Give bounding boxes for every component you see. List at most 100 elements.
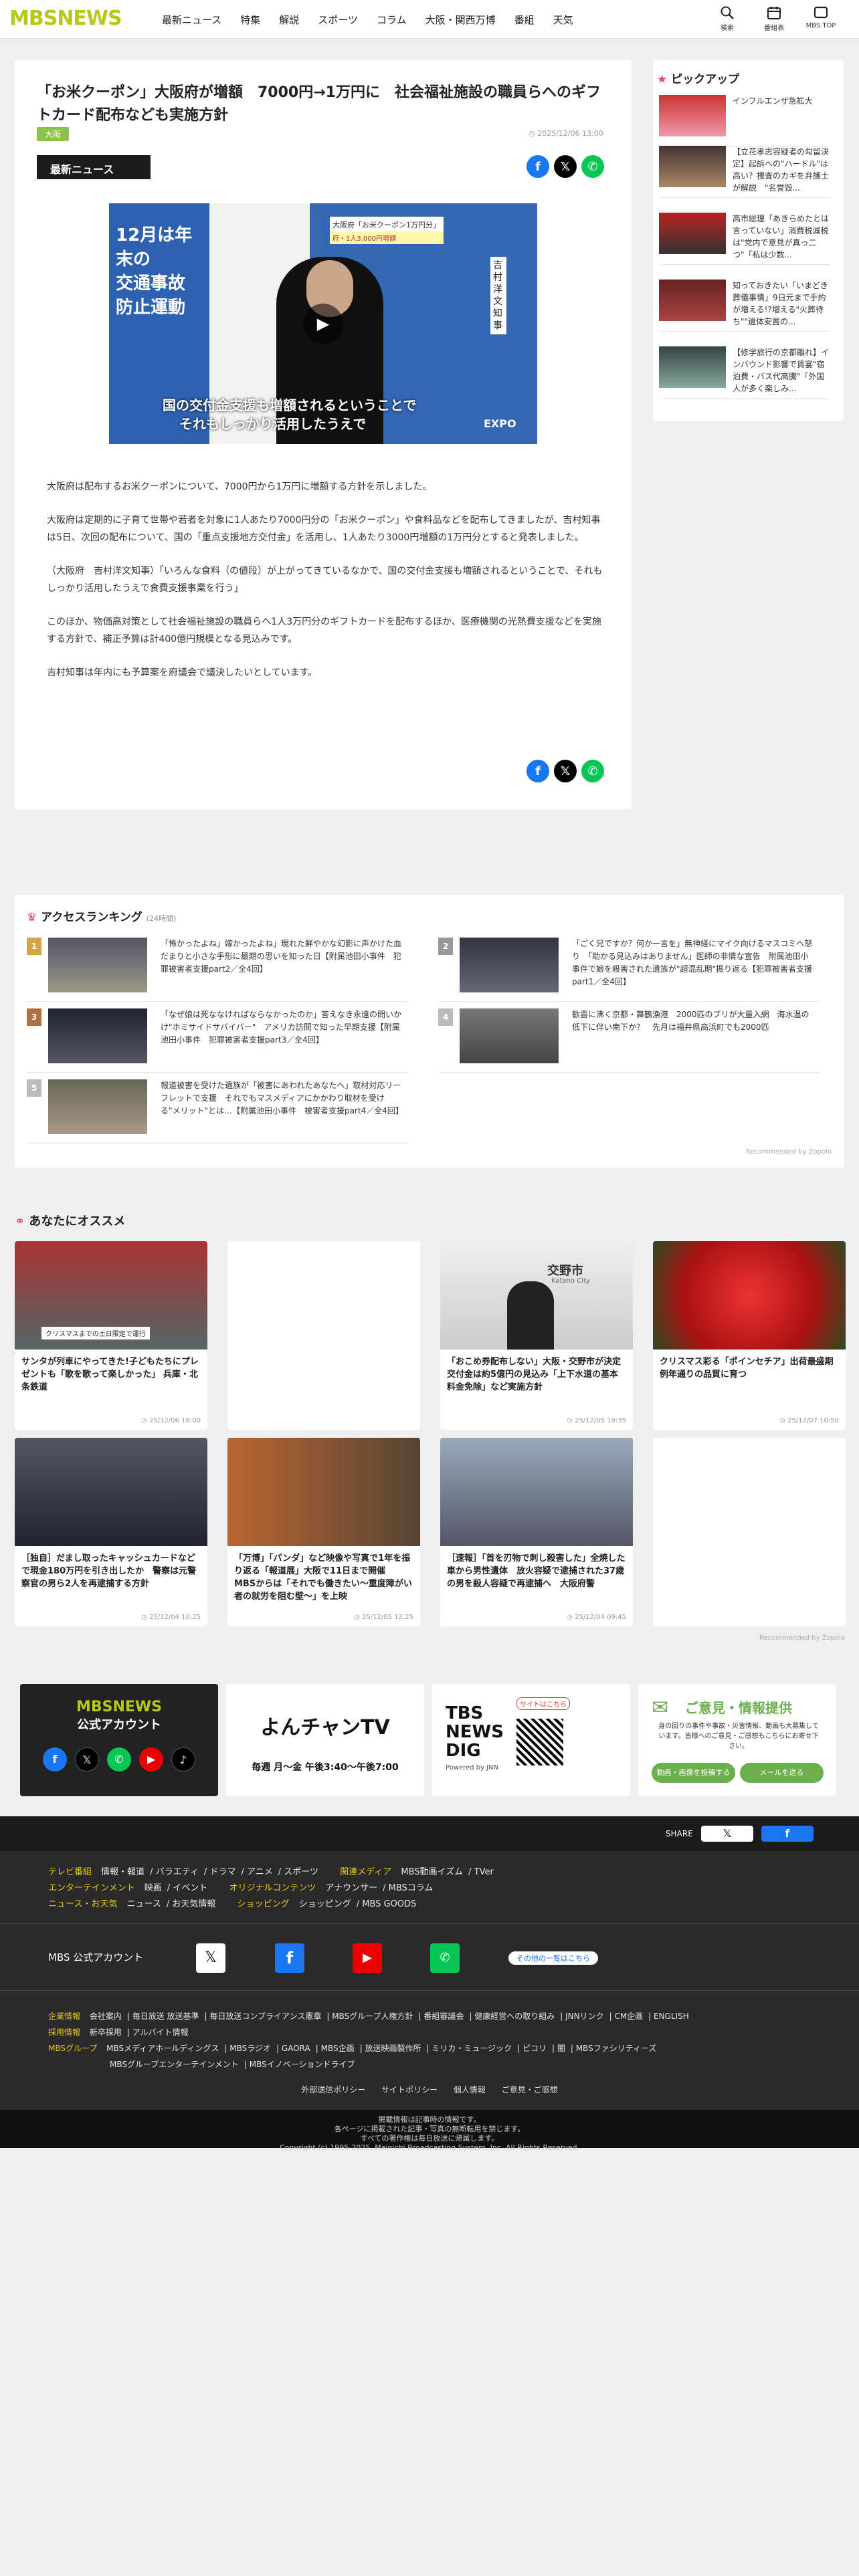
footer-link[interactable]: GAORA bbox=[282, 2044, 310, 2053]
pickup-item[interactable]: 【修学旅行の京都離れ】インバウンド影響で賃宴"宿泊費・バス代高騰"「外国人が多く… bbox=[659, 346, 830, 399]
footer-link[interactable]: MBSイノベーションドライブ bbox=[250, 2060, 355, 2069]
footer-link[interactable]: バラエティ bbox=[156, 1867, 199, 1877]
pickup-item[interactable]: インフルエンザ急拡大 bbox=[659, 95, 830, 147]
nav-feature[interactable]: 特集 bbox=[240, 13, 260, 27]
pickup-item[interactable]: 知っておきたい「いまどき葬儀事情」9日元まで手約が増える!?増える"火葬待ち""… bbox=[659, 280, 830, 332]
upload-video-button[interactable]: 動画・画像を投稿する bbox=[652, 1763, 735, 1783]
footer-link[interactable]: ご意見・ご感想 bbox=[502, 2085, 558, 2095]
footer-heading: エンターテインメント bbox=[48, 1883, 135, 1893]
recommend-tile[interactable]: ［独自］だまし取ったキャッシュカードなどで現金180万円を引き出したか 警察は元… bbox=[15, 1438, 207, 1626]
ranking-item[interactable]: 2 「ごく兄ですか？何か一言を」無神経にマイク向けるマスコミへ怒り 「助かる見込み… bbox=[438, 938, 820, 1002]
ranking-item[interactable]: 4 歓喜に沸く京都・舞鶴漁港 2000匹のブリが大量入網 海水温の低下に伴い南下か… bbox=[438, 1008, 820, 1073]
nav-column[interactable]: コラム bbox=[377, 13, 407, 27]
sns-more-link[interactable]: その他の一覧はこちら bbox=[508, 1951, 598, 1965]
footer-link[interactable]: 健康経営への取り組み bbox=[474, 2012, 555, 2021]
footer-link[interactable]: ENGLISH bbox=[654, 2012, 689, 2021]
footer-link[interactable]: MBSファシリティーズ bbox=[576, 2044, 657, 2053]
nav-weather[interactable]: 天気 bbox=[553, 13, 573, 27]
line-share-icon[interactable]: ✆ bbox=[581, 155, 604, 178]
article-video[interactable]: 12月は年末の 交通事故 防止運動 大阪府「お米クーポン1万円分」配布へ 府・1… bbox=[109, 203, 537, 444]
line-share-icon[interactable]: ✆ bbox=[581, 760, 604, 782]
footer-link[interactable]: 放送映画製作所 bbox=[365, 2044, 421, 2053]
info-submit-banner[interactable]: ✉ ご意見・情報提供 身の回りの事件や事故・災害情報、動画も大募集しています。皆… bbox=[638, 1684, 836, 1796]
footer-link[interactable]: ニュース bbox=[127, 1899, 161, 1909]
footer-link[interactable]: 闇 bbox=[557, 2044, 565, 2053]
footer-link[interactable]: ピコリ bbox=[522, 2044, 547, 2053]
footer-link[interactable]: ミリカ・ミュージック bbox=[432, 2044, 512, 2053]
recommend-tile-empty[interactable] bbox=[227, 1241, 420, 1430]
footer-facebook-share-icon[interactable]: f bbox=[761, 1826, 814, 1842]
play-icon[interactable]: ▶ bbox=[303, 304, 343, 344]
recommend-tile[interactable]: 「万博」「パンダ」など映像や写真で1年を振り返る「報道展」大阪で11日まで開催 … bbox=[227, 1438, 420, 1626]
recommend-tile[interactable]: ［速報］「首を刃物で刺し殺害した」全焼した車から男性遺体 放火容疑で逮捕された3… bbox=[440, 1438, 633, 1626]
footer-link[interactable]: MBSグループエンターテインメント bbox=[110, 2060, 239, 2069]
footer-link[interactable]: MBS GOODS bbox=[362, 1899, 416, 1909]
footer-link[interactable]: アニメ bbox=[247, 1867, 273, 1877]
clock-icon: ◷ bbox=[529, 129, 538, 138]
yonchan-banner[interactable]: よんチャンTV 毎週 月～金 午後3:40～午後7:00 bbox=[226, 1684, 424, 1796]
footer-link[interactable]: JNNリンク bbox=[565, 2012, 604, 2021]
recommend-tile-empty[interactable] bbox=[653, 1438, 846, 1626]
footer-link[interactable]: アナウンサー bbox=[325, 1883, 377, 1893]
x-share-icon[interactable]: 𝕏 bbox=[554, 155, 577, 178]
footer-link[interactable]: ドラマ bbox=[209, 1867, 235, 1877]
nav-commentary[interactable]: 解説 bbox=[279, 13, 299, 27]
x-share-icon[interactable]: 𝕏 bbox=[554, 760, 577, 782]
footer-link[interactable]: 外部送信ポリシー bbox=[301, 2085, 365, 2095]
ranking-item[interactable]: 1 「怖かったよね」嫁かったよね」現れた鮮やかな幻影に声かけた血だまりと小さな手形… bbox=[27, 938, 408, 1002]
nav-sports[interactable]: スポーツ bbox=[318, 13, 358, 27]
facebook-share-icon[interactable]: f bbox=[527, 760, 549, 782]
send-mail-button[interactable]: メールを送る bbox=[740, 1763, 824, 1783]
footer-x-share-icon[interactable]: 𝕏 bbox=[701, 1826, 753, 1842]
facebook-share-icon[interactable]: f bbox=[527, 155, 549, 178]
footer-link[interactable]: MBSメディアホールディングス bbox=[106, 2044, 219, 2053]
footer-link[interactable]: サイトポリシー bbox=[381, 2085, 438, 2095]
recommend-tile[interactable]: クリスマスまでの土日限定で運行 サンタが列車にやってきた!子どもたちにプレゼントも… bbox=[15, 1241, 207, 1430]
site-logo[interactable]: MBSNEWS bbox=[9, 7, 122, 30]
footer-link[interactable]: MBS動画イズム bbox=[401, 1867, 463, 1877]
footer-link[interactable]: 個人情報 bbox=[454, 2085, 486, 2095]
footer-link[interactable]: お天気情報 bbox=[172, 1899, 215, 1909]
search-button[interactable]: 検索 bbox=[704, 4, 751, 32]
tile-thumb bbox=[227, 1438, 420, 1546]
mbs-top-button[interactable]: MBS TOP bbox=[797, 4, 844, 32]
recommended-label[interactable]: Recommended by Zopolo bbox=[746, 1148, 832, 1156]
footer-link[interactable]: スポーツ bbox=[284, 1867, 318, 1877]
footer-link[interactable]: 情報・報道 bbox=[101, 1867, 145, 1877]
footer-link[interactable]: TVer bbox=[474, 1867, 494, 1877]
footer-link[interactable]: MBS企画 bbox=[321, 2044, 355, 2053]
footer-line-icon[interactable]: ✆ bbox=[430, 1943, 460, 1973]
footer-link[interactable]: アルバイト情報 bbox=[132, 2028, 189, 2037]
tiktok-icon: ♪ bbox=[171, 1747, 195, 1772]
footer-link[interactable]: MBSラジオ bbox=[229, 2044, 271, 2053]
ranking-item[interactable]: 5 報道被害を受けた遺族が「被害にあわれたあなたへ」取材対応リーフレットで支援 そ… bbox=[27, 1079, 408, 1144]
footer-link[interactable]: 毎日放送コンプライアンス憲章 bbox=[209, 2012, 321, 2021]
schedule-button[interactable]: 番組表 bbox=[751, 4, 797, 32]
recommended-label[interactable]: Recommended by Zopolo bbox=[759, 1634, 845, 1642]
footer-x-icon[interactable]: 𝕏 bbox=[196, 1943, 225, 1973]
footer-link[interactable]: 毎日放送 放送基準 bbox=[132, 2012, 199, 2021]
tbs-news-dig-banner[interactable]: TBS NEWS DIG Powered by JNN サイトはこちら bbox=[432, 1684, 630, 1796]
footer-link[interactable]: CM企画 bbox=[614, 2012, 643, 2021]
footer-link[interactable]: MBSグループ人権方針 bbox=[332, 2012, 413, 2021]
footer-youtube-icon[interactable]: ▶ bbox=[353, 1943, 382, 1973]
pickup-item[interactable]: 高市総理「あきらめたとは言っていない」消費税減税は"党内で意見が真っ二つ"「私は… bbox=[659, 213, 830, 265]
official-account-banner[interactable]: MBSNEWS 公式アカウント f 𝕏 ✆ ▶ ♪ bbox=[20, 1684, 218, 1796]
nav-latest[interactable]: 最新ニュース bbox=[162, 13, 221, 27]
recommend-tile[interactable]: クリスマス彩る「ポインセチア」出荷最盛期 例年通りの品質に育つ ◷ 25/12/0… bbox=[653, 1241, 846, 1430]
footer-link[interactable]: イベント bbox=[173, 1883, 207, 1893]
footer-link[interactable]: 会社案内 bbox=[90, 2012, 122, 2021]
ranking-item[interactable]: 3 「なぜ娘は死ななければならなかったのか」答えなき永遠の問いかけ"ホミサイドサバ… bbox=[27, 1008, 408, 1073]
nav-programs[interactable]: 番組 bbox=[514, 13, 535, 27]
footer-link[interactable]: ショッピング bbox=[299, 1899, 351, 1909]
footer-link[interactable]: MBSコラム bbox=[389, 1883, 434, 1893]
category-badge[interactable]: 大阪 bbox=[37, 127, 70, 141]
tile-date: ◷ 25/12/05 12:25 bbox=[354, 1614, 413, 1621]
footer-facebook-icon[interactable]: f bbox=[275, 1943, 304, 1973]
footer-link[interactable]: 新卒採用 bbox=[90, 2028, 122, 2037]
pickup-item[interactable]: 【立花孝志容疑者の勾留決定】起訴への"ハードル"は高い？捜査のカギを弁護士が解説… bbox=[659, 146, 830, 198]
recommend-tile[interactable]: 交野市 Katano City 「おこめ券配布しない」大阪・交野市が決定 交付金は約… bbox=[440, 1241, 633, 1430]
footer-link[interactable]: 映画 bbox=[145, 1883, 162, 1893]
footer-link[interactable]: 番組審議会 bbox=[423, 2012, 464, 2021]
nav-expo[interactable]: 大阪・関西万博 bbox=[425, 13, 496, 27]
